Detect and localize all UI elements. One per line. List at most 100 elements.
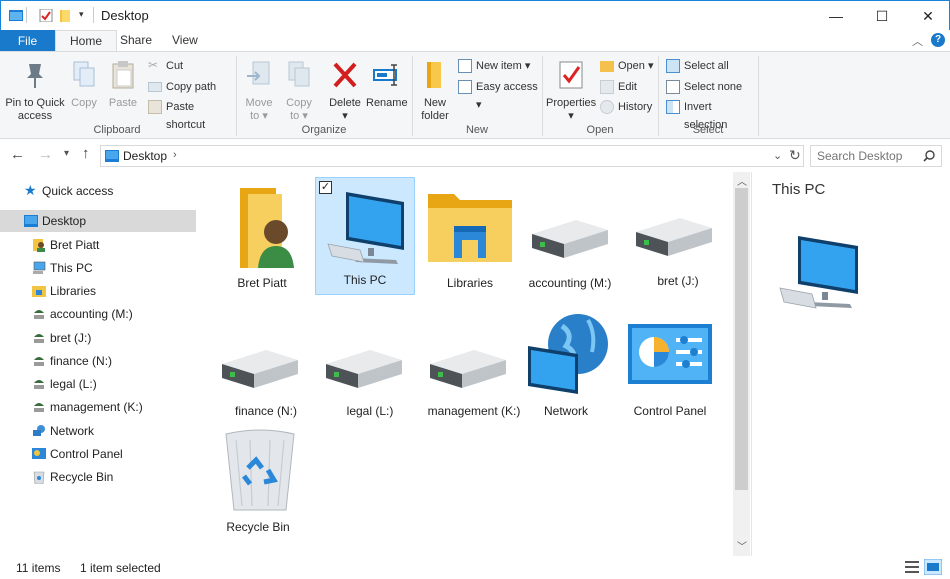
copy-button[interactable]: Copy <box>68 60 100 110</box>
title-bar: ▾ Desktop — ☐ ✕ <box>0 0 950 30</box>
edit-button[interactable]: Edit <box>600 78 656 96</box>
new-folder-button[interactable]: New folder <box>418 60 452 123</box>
nav-item-finance[interactable]: finance (N:) <box>0 350 196 372</box>
tile-bret-piatt[interactable]: Bret Piatt <box>212 176 312 294</box>
help-icon[interactable]: ? <box>931 33 945 47</box>
navigation-pane: ★ Quick access Desktop Bret Piatt This P… <box>0 172 198 556</box>
address-row: ← → ▾ ↑ Desktop › ⌄ ↻ <box>0 140 950 172</box>
invert-selection-button[interactable]: Invert selection <box>666 98 756 131</box>
new-item-button[interactable]: New item ▾ <box>458 57 538 75</box>
nav-item-this-pc[interactable]: This PC <box>0 257 196 279</box>
minimize-button[interactable]: — <box>813 1 859 31</box>
properties-button[interactable]: Properties ▾ <box>546 60 596 123</box>
tile-recycle-bin[interactable]: Recycle Bin <box>208 420 308 538</box>
nav-item-accounting[interactable]: accounting (M:) <box>0 303 196 325</box>
search-icon[interactable] <box>923 150 935 162</box>
tile-label: Recycle Bin <box>226 520 290 534</box>
back-arrow-icon[interactable]: ← <box>10 146 25 163</box>
explorer-app-icon[interactable] <box>9 9 23 22</box>
paste-label: Paste <box>108 97 138 109</box>
open-button[interactable]: Open ▾ <box>600 57 656 75</box>
close-button[interactable]: ✕ <box>905 1 950 31</box>
new-folder-qat-icon[interactable] <box>59 9 73 22</box>
address-bar[interactable]: Desktop › ⌄ ↻ <box>100 145 804 167</box>
copy-label: Copy <box>71 97 97 109</box>
scrollbar-thumb[interactable] <box>735 188 748 490</box>
details-view-icon[interactable] <box>904 560 920 574</box>
tab-file[interactable]: File <box>0 30 55 52</box>
tile-accounting[interactable]: accounting (M:) <box>520 176 620 294</box>
recent-locations-icon[interactable]: ▾ <box>64 148 69 159</box>
nav-item-control-panel[interactable]: Control Panel <box>0 443 196 465</box>
nav-item-legal[interactable]: legal (L:) <box>0 373 196 395</box>
nav-item-label: bret (J:) <box>50 331 92 345</box>
properties-qat-icon[interactable] <box>39 9 53 22</box>
tile-finance[interactable]: finance (N:) <box>216 304 316 422</box>
nav-quick-access[interactable]: ★ Quick access <box>0 180 196 202</box>
select-none-button[interactable]: Select none <box>666 78 756 96</box>
nav-item-network[interactable]: Network <box>0 420 196 442</box>
nav-item-bret[interactable]: bret (J:) <box>0 327 196 349</box>
history-button[interactable]: History <box>600 98 656 116</box>
new-group-label: New <box>465 124 488 136</box>
invert-selection-icon <box>666 100 680 114</box>
edit-label: Edit <box>618 81 637 93</box>
forward-arrow-icon[interactable]: → <box>38 146 53 163</box>
easy-access-button[interactable]: Easy access ▾ <box>458 78 538 111</box>
breadcrumb-chevron-icon[interactable]: › <box>173 149 177 161</box>
refresh-icon[interactable]: ↻ <box>789 147 801 164</box>
nav-item-desktop[interactable]: Desktop <box>0 210 196 232</box>
move-to-icon <box>247 61 270 85</box>
tile-management[interactable]: management (K:) <box>424 304 524 422</box>
address-location[interactable]: Desktop <box>123 149 167 163</box>
computer-icon <box>33 261 46 274</box>
paste-button[interactable]: Paste <box>106 60 140 110</box>
cut-button[interactable]: ✂ Cut <box>148 57 228 75</box>
nav-item-recycle-bin[interactable]: Recycle Bin <box>0 466 196 488</box>
copy-path-icon <box>148 82 162 92</box>
scroll-down-icon[interactable]: ﹀ <box>737 538 747 553</box>
tile-this-pc[interactable]: ✓ This PC <box>315 177 415 295</box>
delete-button[interactable]: Delete ▾ <box>326 60 364 123</box>
rename-button[interactable]: Rename <box>366 60 408 110</box>
properties-dropdown-icon[interactable]: ▾ <box>546 110 596 123</box>
cut-label: Cut <box>166 60 184 72</box>
scroll-up-icon[interactable]: ︿ <box>737 173 747 188</box>
search-input[interactable] <box>811 146 921 166</box>
tab-view[interactable]: View <box>158 30 212 52</box>
copy-to-button[interactable]: Copy to ▾ <box>282 60 316 123</box>
address-dropdown-icon[interactable]: ⌄ <box>773 149 782 162</box>
open-group-label: Open <box>586 124 614 136</box>
nav-item-management[interactable]: management (K:) <box>0 396 196 418</box>
group-separator <box>658 56 659 136</box>
tile-network[interactable]: Network <box>516 304 616 422</box>
maximize-button[interactable]: ☐ <box>859 1 905 31</box>
move-to-button[interactable]: Move to ▾ <box>242 60 276 123</box>
up-arrow-icon[interactable]: ↑ <box>82 145 90 162</box>
search-box[interactable] <box>810 145 942 167</box>
tile-label: finance (N:) <box>234 404 298 418</box>
select-all-icon <box>666 59 680 73</box>
paste-shortcut-button[interactable]: Paste shortcut <box>148 98 233 131</box>
large-icons-view-icon[interactable] <box>924 559 942 575</box>
nav-item-bret-piatt[interactable]: Bret Piatt <box>0 234 196 256</box>
pin-to-quick-access-button[interactable]: Pin to Quick access <box>4 60 66 123</box>
libraries-icon <box>32 286 46 297</box>
select-all-button[interactable]: Select all <box>666 57 756 75</box>
tile-legal[interactable]: legal (L:) <box>320 304 420 422</box>
tile-libraries[interactable]: Libraries <box>420 176 520 294</box>
copy-path-button[interactable]: Copy path <box>148 78 233 96</box>
collapse-ribbon-icon[interactable]: ︿ <box>912 33 923 49</box>
clipboard-group-label: Clipboard <box>93 124 141 136</box>
tile-bret-drive[interactable]: bret (J:) <box>628 176 728 294</box>
user-folder-icon <box>240 188 294 268</box>
move-to-label-2: to ▾ <box>250 110 268 122</box>
delete-dropdown-icon[interactable]: ▾ <box>326 110 364 123</box>
nav-item-label: management (K:) <box>50 400 143 414</box>
tile-control-panel[interactable]: Control Panel <box>620 304 720 422</box>
nav-item-label: finance (N:) <box>50 354 113 368</box>
nav-item-libraries[interactable]: Libraries <box>0 280 196 302</box>
qat-dropdown-icon[interactable]: ▾ <box>79 9 84 20</box>
tile-label: Libraries <box>446 276 494 290</box>
preview-title: This PC <box>772 181 826 198</box>
